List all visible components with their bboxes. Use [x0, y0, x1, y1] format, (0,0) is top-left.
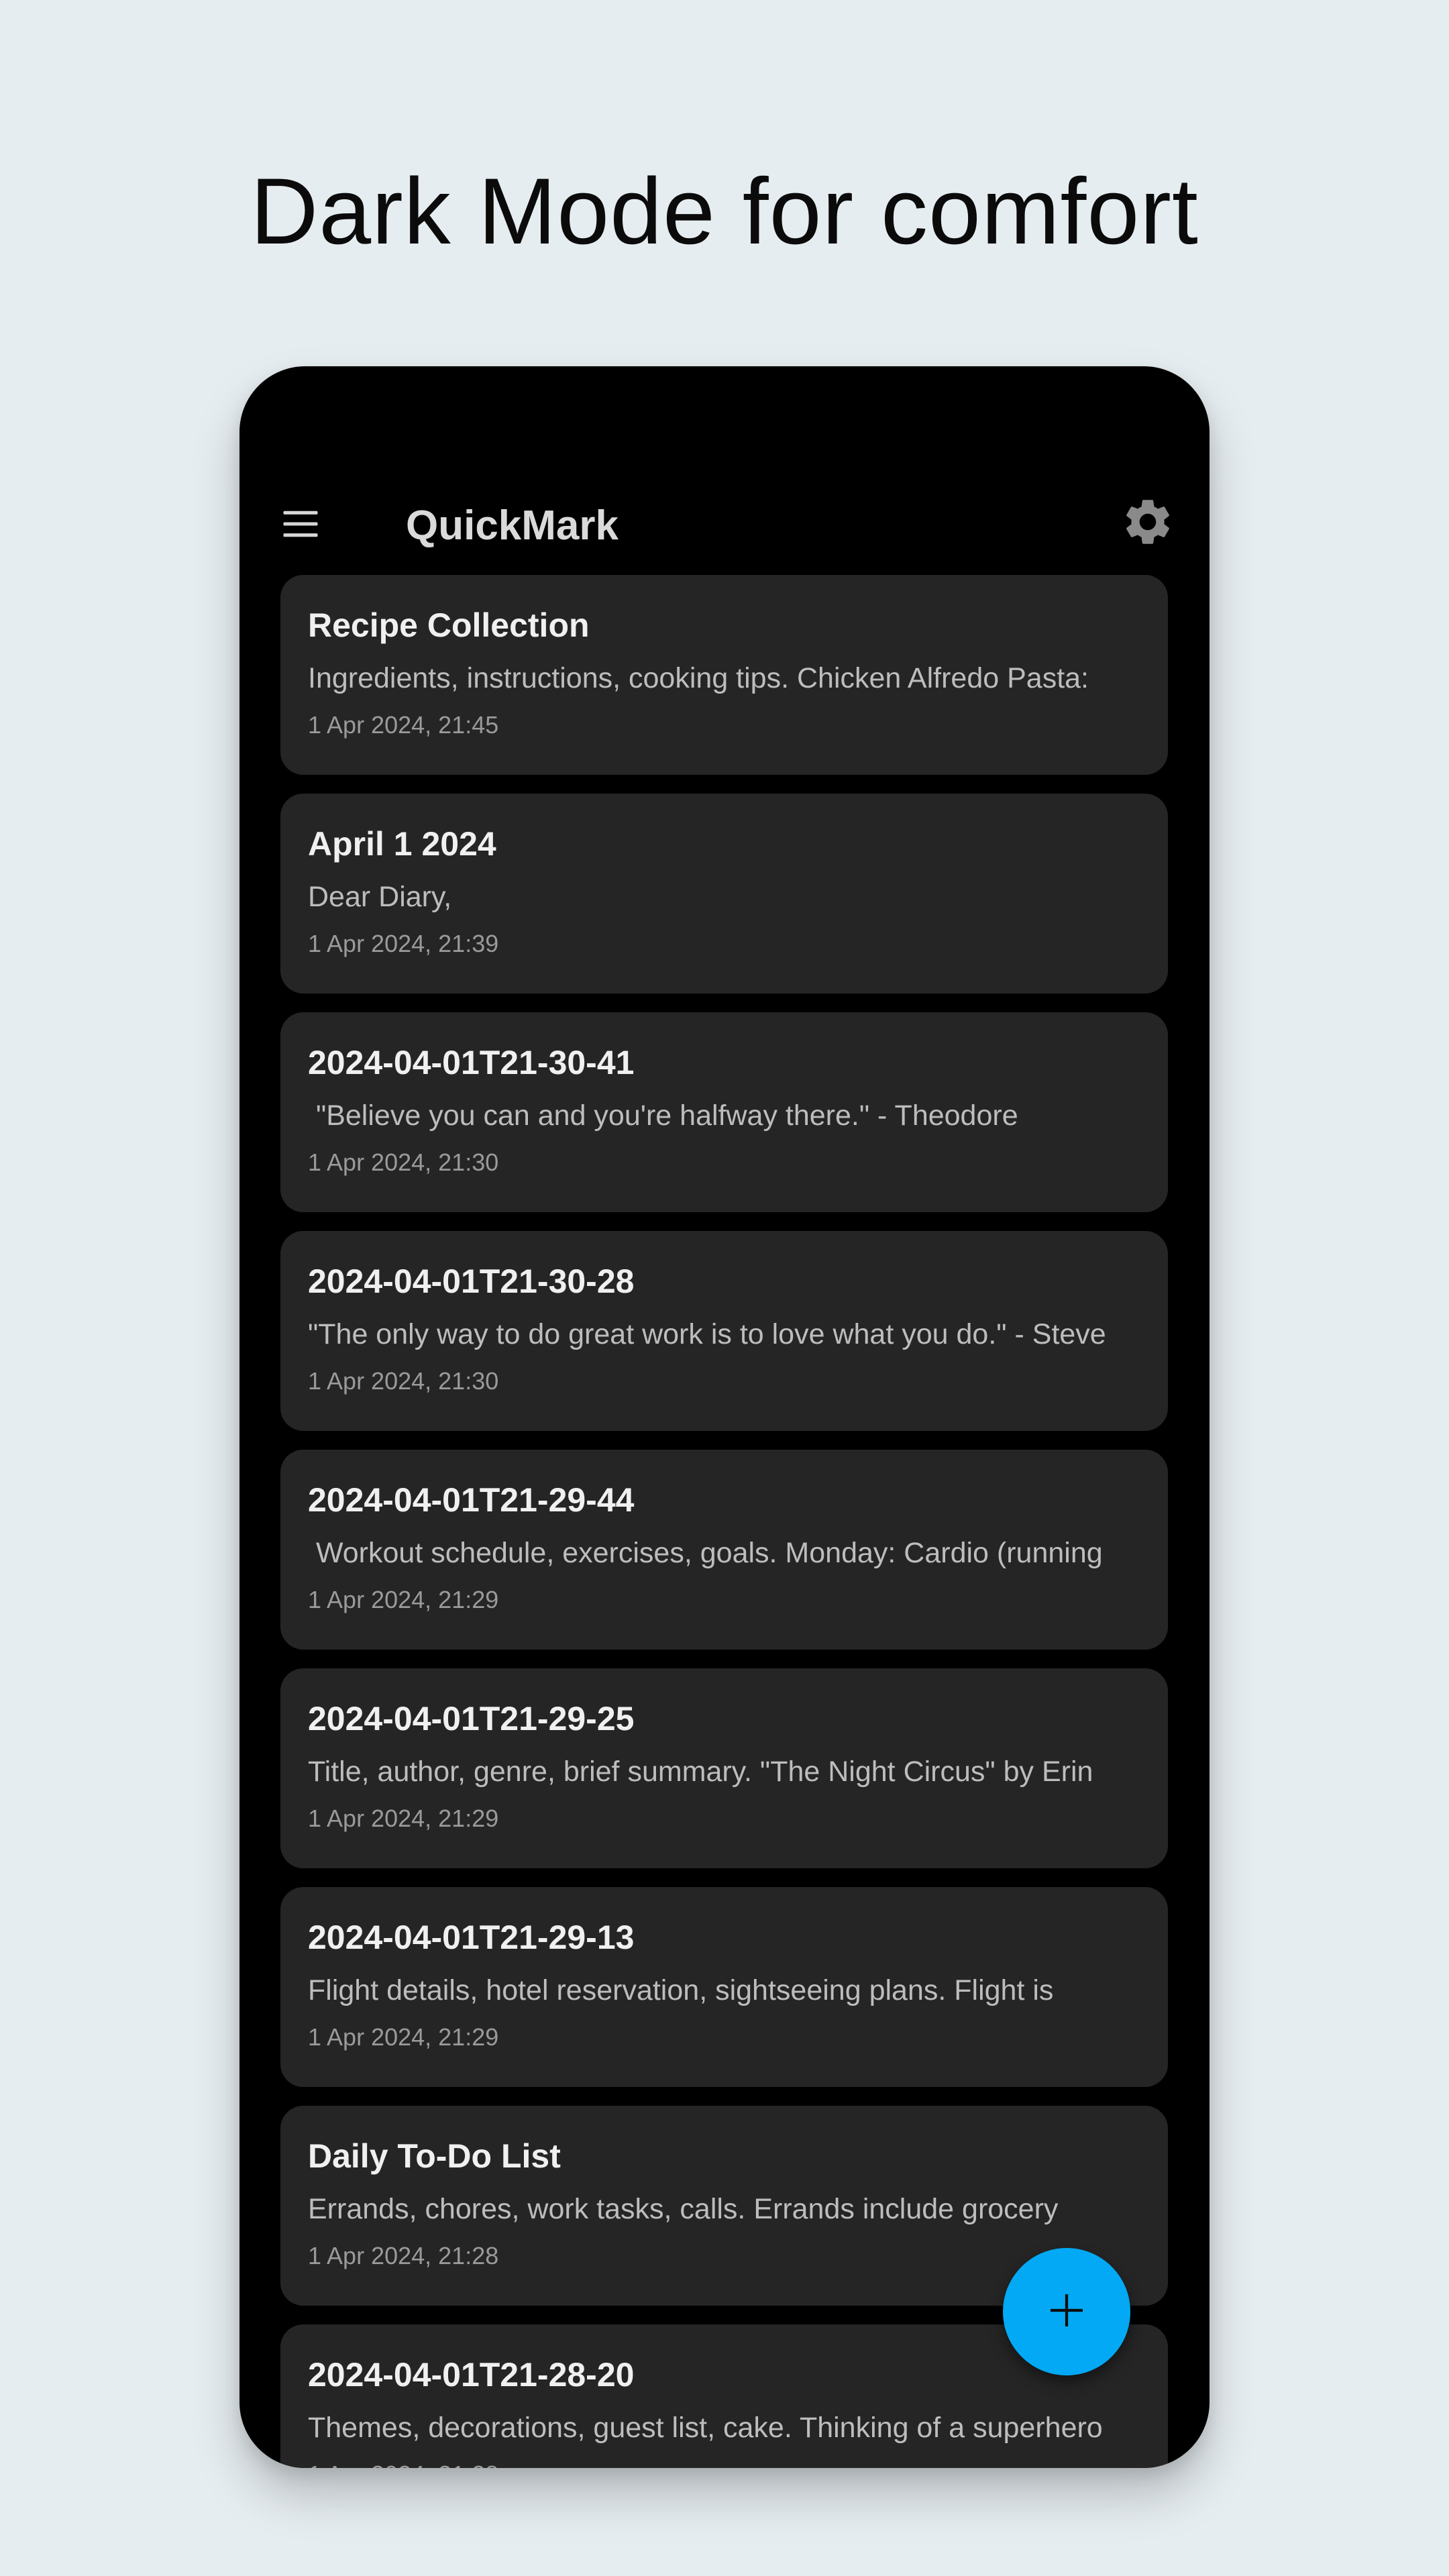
note-snippet: "Believe you can and you're halfway ther…	[308, 1099, 1018, 1132]
add-note-button[interactable]	[1003, 2248, 1130, 2375]
settings-button[interactable]	[1114, 490, 1181, 557]
note-date: 1 Apr 2024, 21:30	[308, 1367, 499, 1395]
note-title: 2024-04-01T21-29-13	[308, 1919, 635, 1956]
plus-icon	[1045, 2289, 1088, 2335]
note-title: April 1 2024	[308, 825, 496, 863]
note-date: 1 Apr 2024, 21:29	[308, 2023, 499, 2051]
notes-list: Recipe Collection Ingredients, instructi…	[280, 575, 1168, 2468]
note-snippet: Title, author, genre, brief summary. "Th…	[308, 1756, 1093, 1788]
note-date: 1 Apr 2024, 21:28	[308, 2242, 499, 2269]
note-date: 1 Apr 2024, 21:30	[308, 1148, 499, 1176]
menu-button[interactable]	[264, 488, 337, 562]
gear-icon	[1120, 494, 1175, 553]
note-date: 1 Apr 2024, 21:28	[308, 2459, 498, 2468]
note-title: 2024-04-01T21-28-20	[308, 2356, 635, 2394]
note-date: 1 Apr 2024, 21:45	[308, 711, 499, 739]
note-title: 2024-04-01T21-29-44	[308, 1481, 635, 1519]
note-date: 1 Apr 2024, 21:29	[308, 1805, 499, 1832]
app-bar: QuickMark	[239, 459, 1210, 593]
note-card[interactable]: 2024-04-01T21-29-25 Title, author, genre…	[280, 1668, 1168, 1868]
note-title: 2024-04-01T21-30-28	[308, 1263, 635, 1300]
note-snippet: Themes, decorations, guest list, cake. T…	[308, 2412, 1103, 2444]
menu-icon	[278, 501, 323, 550]
note-card[interactable]: April 1 2024 Dear Diary, 1 Apr 2024, 21:…	[280, 794, 1168, 994]
phone-screen: QuickMark Recipe Collection Ingredients,…	[239, 366, 1210, 2468]
note-title: 2024-04-01T21-29-25	[308, 1700, 635, 1737]
note-date: 1 Apr 2024, 21:29	[308, 1586, 499, 1613]
note-card[interactable]: 2024-04-01T21-30-41 "Believe you can and…	[280, 1012, 1168, 1212]
note-card[interactable]: 2024-04-01T21-29-44 Workout schedule, ex…	[280, 1450, 1168, 1650]
note-snippet: "The only way to do great work is to lov…	[308, 1318, 1106, 1350]
note-title: 2024-04-01T21-30-41	[308, 1044, 635, 1081]
note-date: 1 Apr 2024, 21:39	[308, 930, 499, 957]
app-title: QuickMark	[406, 502, 619, 549]
note-title: Daily To-Do List	[308, 2137, 561, 2175]
note-snippet: Ingredients, instructions, cooking tips.…	[308, 662, 1089, 694]
promo-headline: Dark Mode for comfort	[250, 158, 1199, 264]
note-card[interactable]: 2024-04-01T21-30-28 "The only way to do …	[280, 1231, 1168, 1431]
note-snippet: Workout schedule, exercises, goals. Mond…	[308, 1537, 1103, 1569]
note-snippet: Dear Diary,	[308, 881, 452, 913]
note-card[interactable]: Recipe Collection Ingredients, instructi…	[280, 575, 1168, 775]
note-snippet: Errands, chores, work tasks, calls. Erra…	[308, 2193, 1059, 2225]
note-snippet: Flight details, hotel reservation, sight…	[308, 1974, 1054, 2006]
note-card[interactable]: 2024-04-01T21-29-13 Flight details, hote…	[280, 1887, 1168, 2087]
note-title: Recipe Collection	[308, 606, 590, 644]
